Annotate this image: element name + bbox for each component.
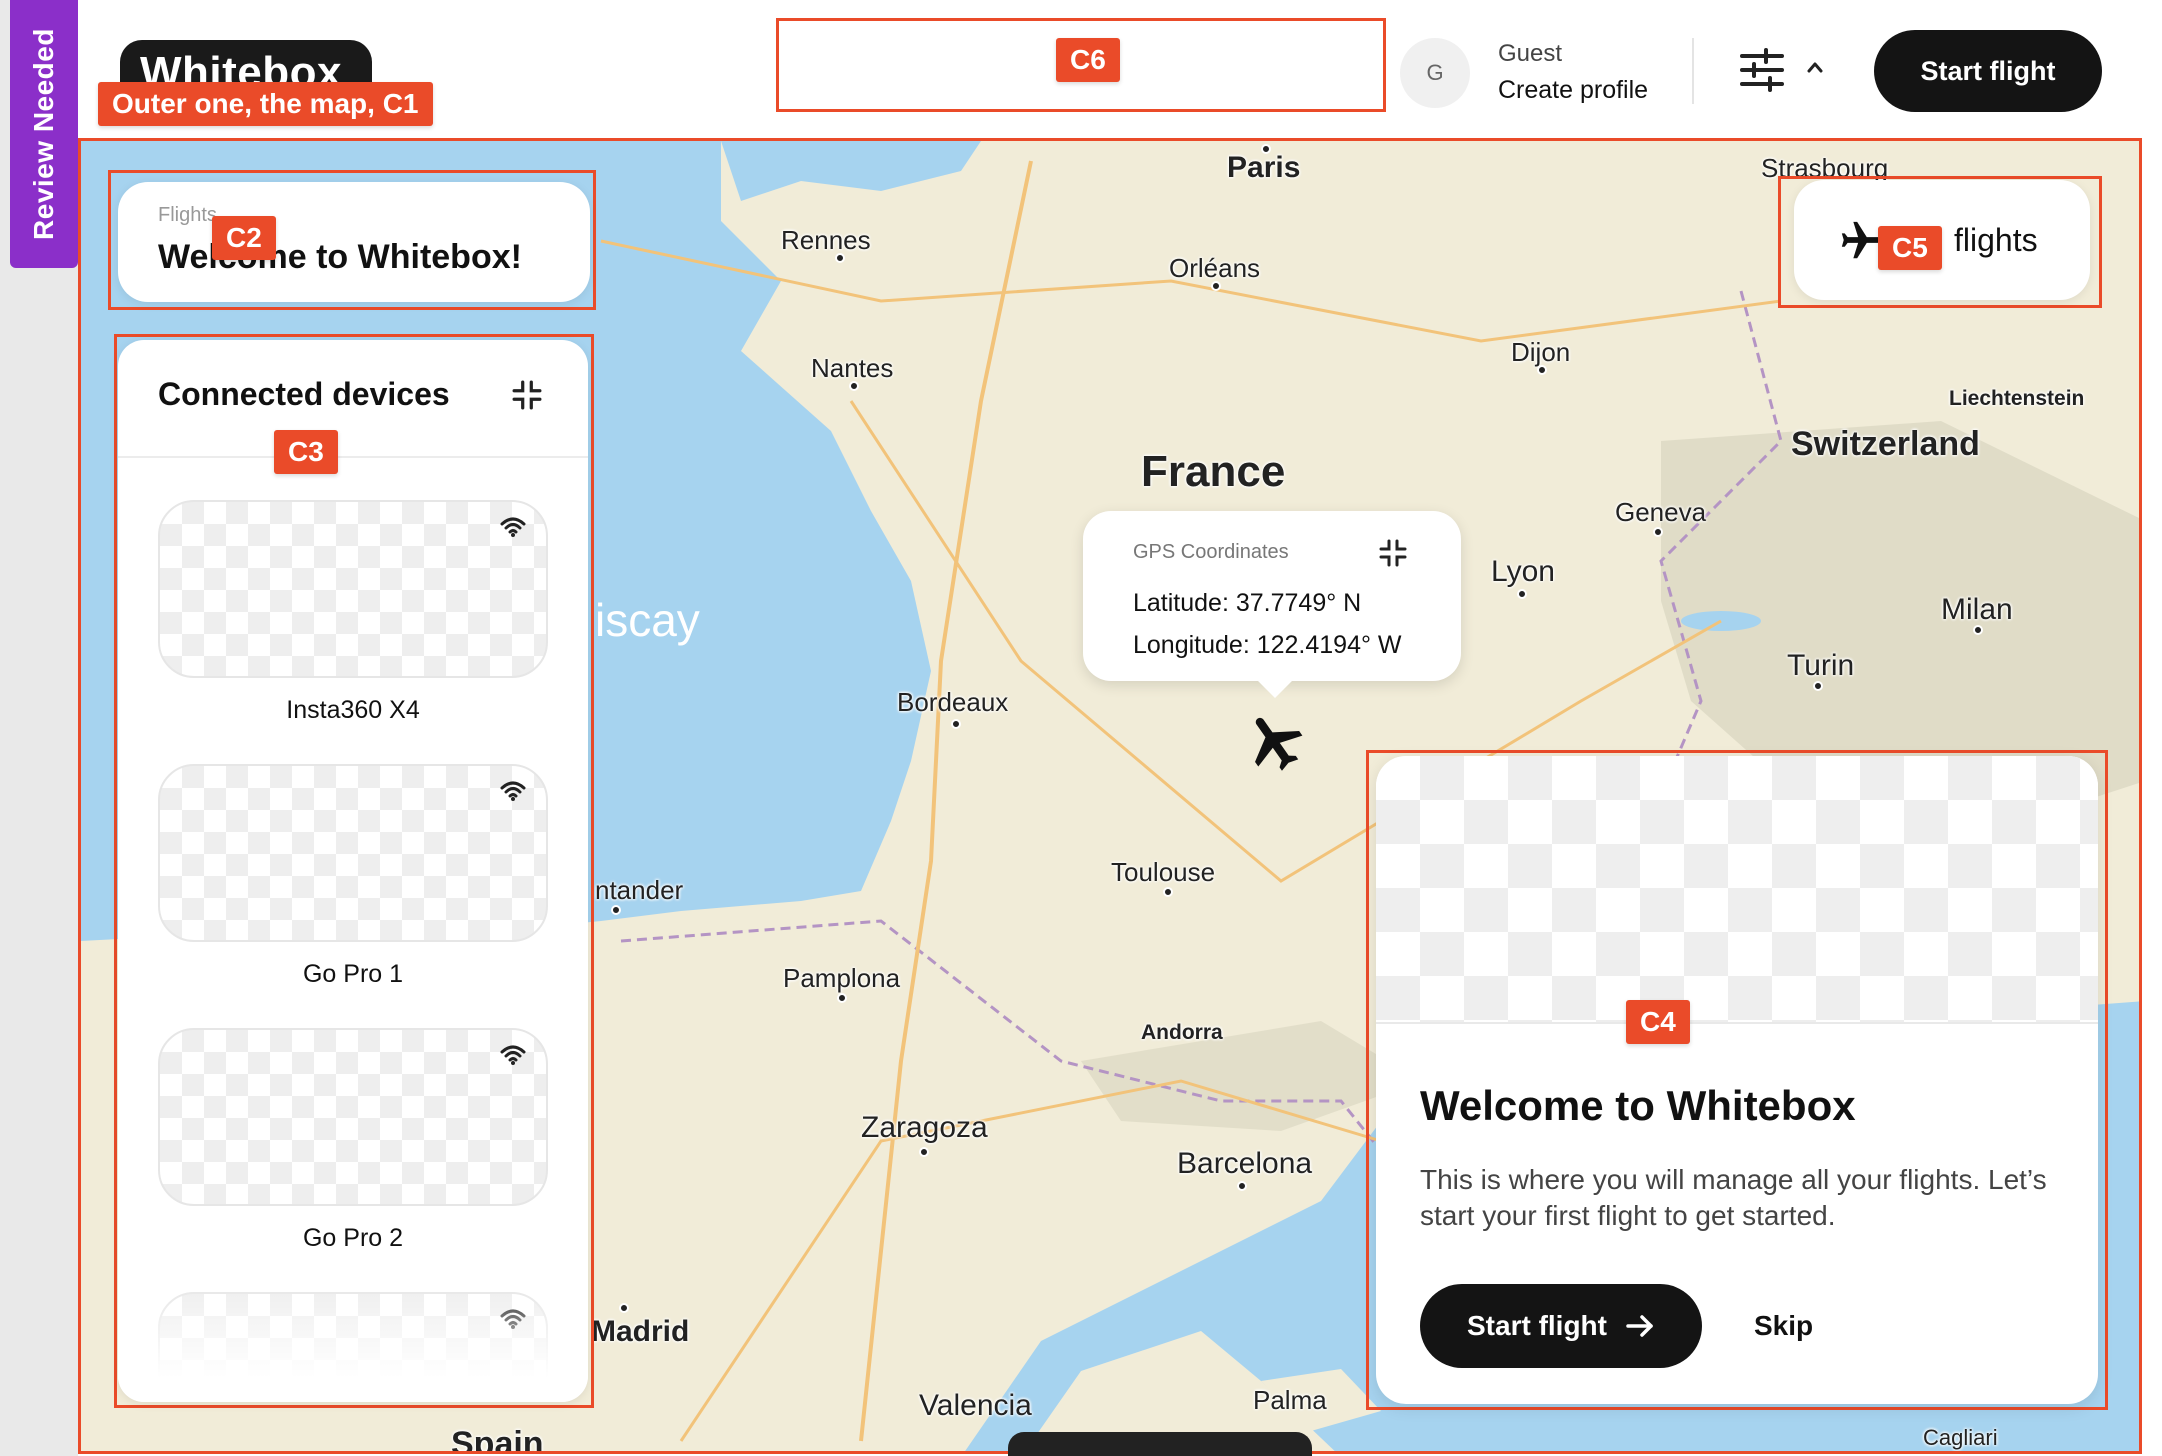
modal-body: This is where you will manage all your f… (1420, 1164, 2047, 1231)
map-label-liechtenstein: Liechtenstein (1949, 387, 2085, 410)
header-start-flight-button[interactable]: Start flight (1874, 30, 2102, 112)
device-name: Insta360 X4 (286, 696, 420, 724)
callout-badge-c5: C5 (1878, 226, 1942, 270)
map-label-madrid: Madrid (591, 1315, 690, 1348)
device-card[interactable]: Insta360 X4 (158, 500, 548, 725)
modal-image-placeholder (1376, 756, 2098, 1024)
callout-badge-c1: Outer one, the map, C1 (98, 82, 433, 126)
city-dot (849, 381, 859, 391)
wifi-icon (500, 1045, 526, 1065)
create-profile-link[interactable]: Create profile (1498, 76, 1648, 105)
map-label-dijon: Dijon (1511, 337, 1571, 367)
map-label-santander: ntander (595, 875, 684, 905)
city-dot (1211, 281, 1221, 291)
gps-heading: GPS Coordinates (1133, 541, 1289, 563)
app-window: Whitebox C6 G Guest Create profile Start… (78, 0, 2162, 1456)
gps-longitude: Longitude: 122.4194° W (1133, 631, 1402, 659)
callout-badge-c3: C3 (274, 430, 338, 474)
city-dot (619, 1303, 629, 1313)
map-label-switzerland: Switzerland (1791, 425, 1980, 463)
map-label-geneva: Geneva (1615, 497, 1707, 527)
welcome-card[interactable]: Flights Welcome to Whitebox! (118, 182, 590, 302)
bottom-toolbar[interactable] (1008, 1432, 1312, 1456)
city-dot (1517, 589, 1527, 599)
modal-start-flight-label: Start flight (1467, 1310, 1607, 1341)
map-label-turin: Turin (1787, 649, 1855, 682)
map-label-spain: Spain (451, 1425, 544, 1454)
gps-latitude: Latitude: 37.7749° N (1133, 589, 1362, 617)
collapse-icon[interactable] (512, 380, 542, 410)
list-fade (118, 1282, 588, 1402)
map-label-lyon: Lyon (1491, 555, 1555, 588)
map-label-palma: Palma (1253, 1385, 1327, 1415)
device-thumbnail (158, 500, 548, 678)
modal-title: Welcome to Whitebox (1420, 1082, 1856, 1129)
flights-label: flights (1954, 222, 2038, 258)
modal-start-flight-button[interactable]: Start flight (1420, 1284, 1702, 1368)
map-label-biscay: iscay (595, 594, 700, 646)
map-label-paris: Paris (1227, 151, 1301, 184)
map-label-cagliari: Cagliari (1923, 1425, 1998, 1450)
city-dot (611, 905, 621, 915)
welcome-modal: Welcome to Whitebox This is where you wi… (1376, 756, 2098, 1404)
city-dot (835, 253, 845, 263)
connected-devices-panel: Connected devices Insta360 X4 Go Pro 1 G… (118, 340, 588, 1402)
city-dot (1813, 681, 1823, 691)
wifi-icon (500, 781, 526, 801)
device-name: Go Pro 1 (302, 960, 404, 988)
city-dot (837, 993, 847, 1003)
city-dot (1237, 1181, 1247, 1191)
device-thumbnail (158, 764, 548, 942)
callout-badge-c2: C2 (212, 216, 276, 260)
city-dot (919, 1147, 929, 1157)
map-label-rennes: Rennes (781, 225, 871, 255)
map-label-orleans: Orléans (1169, 253, 1261, 283)
city-dot (1653, 527, 1663, 537)
city-dot (951, 719, 961, 729)
modal-skip-button[interactable]: Skip (1754, 1310, 1813, 1342)
airplane-marker-icon[interactable] (1241, 707, 1309, 775)
header-divider (1692, 38, 1694, 104)
devices-header: Connected devices (118, 340, 588, 458)
device-card[interactable]: Go Pro 2 (158, 1028, 548, 1253)
device-card[interactable]: Go Pro 1 (158, 764, 548, 989)
map-label-toulouse: Toulouse (1111, 857, 1216, 887)
device-thumbnail (158, 1028, 548, 1206)
callout-badge-c6: C6 (1056, 38, 1120, 82)
gps-coordinates-popup: GPS Coordinates Latitude: 37.7749° N Lon… (1083, 511, 1461, 681)
city-dot (1973, 625, 1983, 635)
welcome-card-label: Flights (158, 204, 217, 226)
map-label-andorra: Andorra (1141, 1021, 1223, 1044)
avatar[interactable]: G (1400, 38, 1470, 108)
review-needed-tab[interactable]: Review Needed (10, 0, 78, 268)
map-label-zaragoza: Zaragoza (861, 1111, 988, 1144)
collapse-icon[interactable] (1379, 539, 1407, 567)
sliders-icon[interactable] (1738, 48, 1786, 92)
map-label-bordeaux: Bordeaux (897, 687, 1009, 717)
review-needed-label: Review Needed (28, 28, 60, 240)
map-label-france: France (1141, 447, 1286, 496)
map-label-barcelona: Barcelona (1177, 1147, 1313, 1180)
map-label-pamplona: Pamplona (783, 963, 901, 993)
map-label-valencia: Valencia (919, 1389, 1032, 1422)
devices-title: Connected devices (158, 376, 450, 412)
city-dot (1163, 887, 1173, 897)
chevron-up-icon[interactable] (1806, 60, 1824, 74)
screen: Review Needed Whitebox C6 G Guest Create… (0, 0, 2162, 1456)
arrow-right-icon (1626, 1315, 1653, 1337)
wifi-icon (500, 517, 526, 537)
profile-name: Guest (1498, 40, 1563, 67)
city-dot (1537, 365, 1547, 375)
device-name: Go Pro 2 (302, 1224, 404, 1252)
callout-badge-c4: C4 (1626, 1000, 1690, 1044)
map-label-nantes: Nantes (811, 353, 894, 383)
flights-button[interactable]: flights (1794, 180, 2090, 300)
map-label-milan: Milan (1941, 593, 2013, 626)
